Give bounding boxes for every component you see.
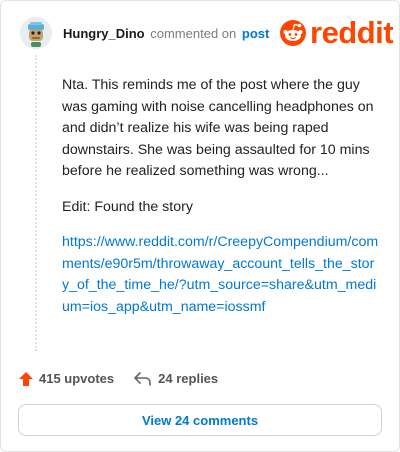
reddit-wordmark: reddit [310, 15, 394, 50]
upvote-arrow-icon [19, 371, 33, 386]
comment-actions: 415 upvotes 24 replies [19, 371, 218, 386]
upvote-count: 415 upvotes [39, 371, 115, 386]
replies-count: 24 replies [158, 371, 219, 386]
comment-card: Hungry_Dino commented on post reddit Nta… [0, 0, 400, 452]
story-link[interactable]: https://www.reddit.com/r/CreepyCompendiu… [62, 234, 378, 315]
upvote-button[interactable]: 415 upvotes [19, 371, 114, 386]
reply-arrow-icon [134, 371, 151, 386]
thread-line [35, 55, 37, 351]
reddit-logo[interactable]: reddit [280, 15, 394, 50]
comment-header: Hungry_Dino commented on post [63, 26, 269, 41]
comment-paragraph: Nta. This reminds me of the post where t… [62, 77, 374, 179]
dino-avatar-icon [20, 17, 52, 49]
reddit-snoo-icon [280, 20, 306, 46]
commented-on-label: commented on [150, 26, 237, 41]
post-link[interactable]: post [242, 26, 269, 41]
replies-button[interactable]: 24 replies [134, 371, 218, 386]
comment-paragraph: Edit: Found the story [62, 198, 193, 215]
user-avatar[interactable] [20, 17, 52, 49]
comment-body: Nta. This reminds me of the post where t… [62, 75, 380, 332]
username-link[interactable]: Hungry_Dino [63, 26, 145, 41]
view-comments-button[interactable]: View 24 comments [18, 404, 382, 436]
